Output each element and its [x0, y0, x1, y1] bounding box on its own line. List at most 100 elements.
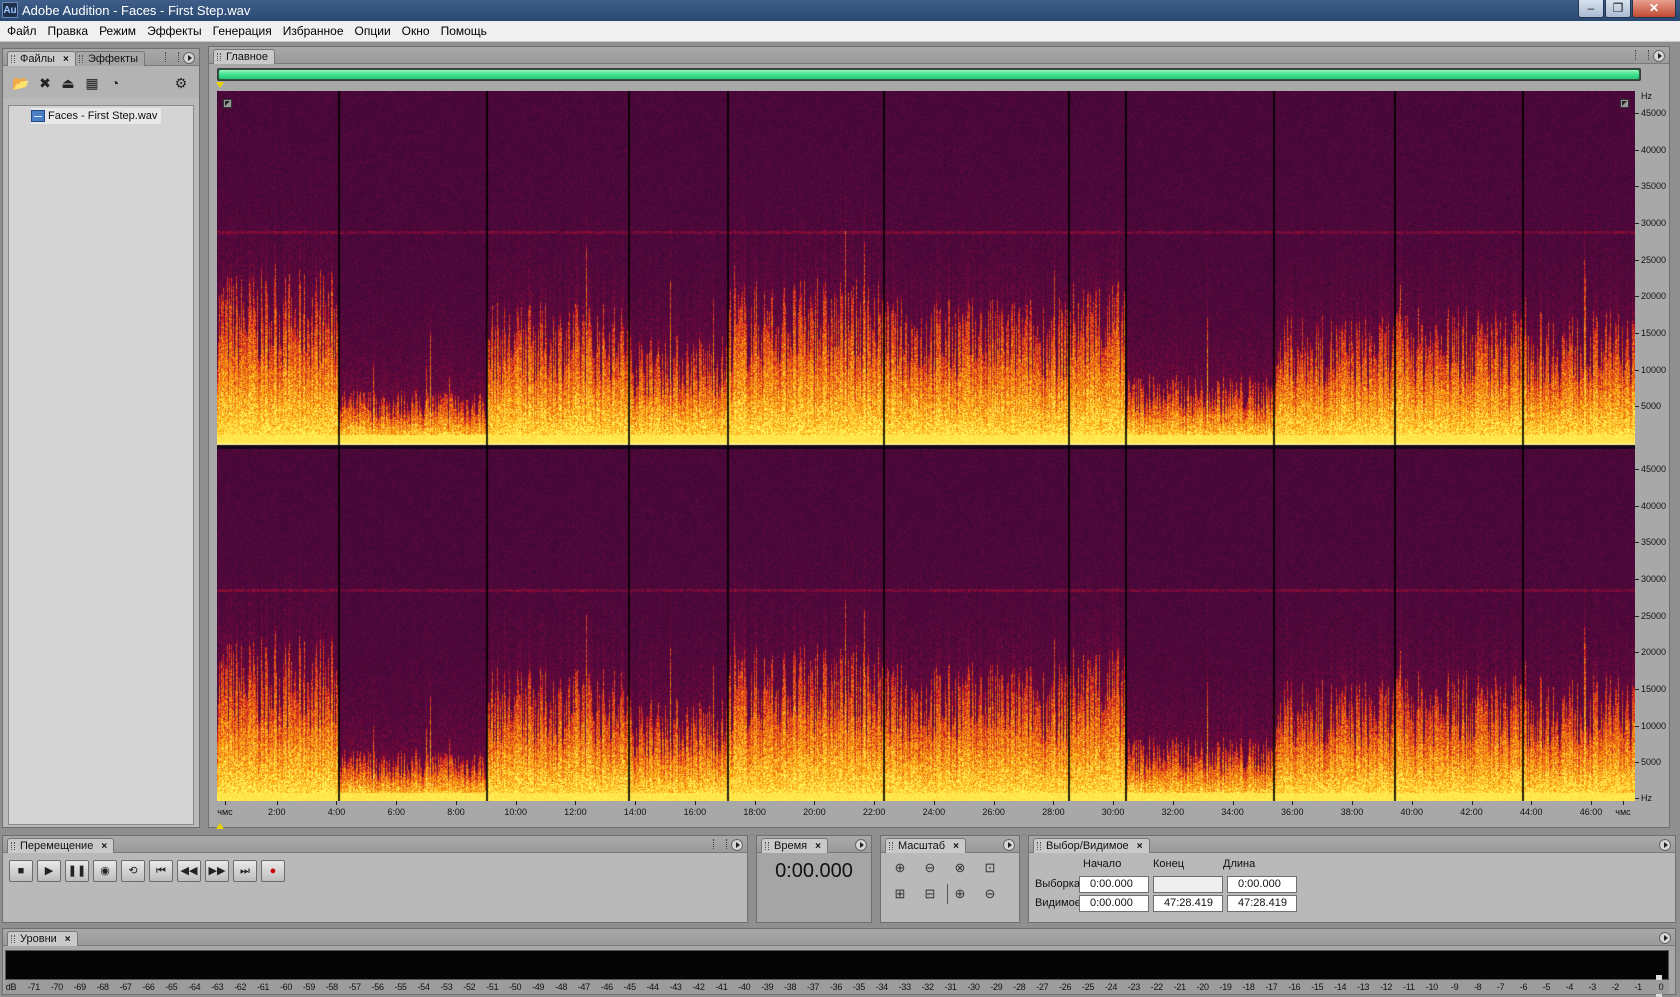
- tab-time-label: Время: [774, 840, 808, 852]
- db-tick-label: -59: [302, 982, 315, 992]
- menu-window[interactable]: Окно: [398, 21, 437, 41]
- menu-help[interactable]: Помощь: [437, 21, 494, 41]
- tab-main[interactable]: Главное: [213, 49, 276, 64]
- maximize-button[interactable]: ❐: [1605, 0, 1631, 18]
- db-tick-label: -30: [967, 982, 980, 992]
- db-tick-label: -26: [1059, 982, 1072, 992]
- panel-menu-icon[interactable]: [1659, 839, 1671, 851]
- loop-play-icon[interactable]: ⟲: [121, 860, 145, 882]
- overview-range[interactable]: [219, 70, 1639, 79]
- close-tab-icon[interactable]: ×: [953, 841, 959, 852]
- close-tab-icon[interactable]: ×: [1137, 841, 1143, 852]
- play-icon[interactable]: ▶: [37, 860, 61, 882]
- close-tab-icon[interactable]: ×: [65, 934, 71, 945]
- rewind-icon[interactable]: ◀◀: [177, 860, 201, 882]
- auto-play-icon[interactable]: ⚙: [171, 74, 191, 92]
- db-tick-label: -70: [50, 982, 63, 992]
- panel-menu-icon[interactable]: [1653, 50, 1665, 62]
- open-file-icon[interactable]: 📂: [11, 74, 31, 92]
- panel-grip-icon[interactable]: [165, 52, 179, 62]
- db-tick-label: -1: [1634, 982, 1642, 992]
- fade-out-handle-icon[interactable]: [1620, 99, 1629, 108]
- minimize-button[interactable]: ‒: [1578, 0, 1604, 18]
- tab-time[interactable]: Время ×: [761, 838, 828, 853]
- spectrogram-canvas[interactable]: [217, 91, 1635, 801]
- freq-tick: [1635, 689, 1639, 690]
- menu-favorites[interactable]: Избранное: [279, 21, 351, 41]
- tab-grip-icon: [217, 53, 221, 61]
- tab-effects[interactable]: Эффекты: [75, 51, 146, 66]
- tab-selection-view[interactable]: Выбор/Видимое ×: [1033, 838, 1150, 853]
- files-panel: Файлы × Эффекты 📂 ✖ ⏏ ▦ ◔ ⚙ Faces - First…: [2, 48, 200, 828]
- file-list[interactable]: Faces - First Step.wav: [8, 105, 194, 825]
- db-tick-label: -20: [1196, 982, 1209, 992]
- tab-main-label: Главное: [226, 51, 269, 63]
- list-item[interactable]: Faces - First Step.wav: [31, 108, 162, 124]
- spectral-display[interactable]: [217, 91, 1635, 801]
- fade-in-handle-icon[interactable]: [223, 99, 232, 108]
- pause-icon[interactable]: ❚❚: [65, 860, 89, 882]
- tab-levels[interactable]: Уровни ×: [7, 931, 78, 946]
- go-to-end-icon[interactable]: ⏭: [233, 860, 257, 882]
- zoom-out-vertical-icon[interactable]: ⊖: [979, 884, 1001, 904]
- zoom-right-edge-icon[interactable]: ⊟: [919, 884, 941, 904]
- zoom-in-horizontal-icon[interactable]: ⊕: [889, 858, 911, 878]
- zoom-out-horizontal-icon[interactable]: ⊖: [919, 858, 941, 878]
- tab-grip-icon: [889, 842, 893, 850]
- panel-grip-icon[interactable]: [713, 839, 727, 849]
- fast-forward-icon[interactable]: ▶▶: [205, 860, 229, 882]
- selection-end-field[interactable]: [1153, 876, 1223, 893]
- panel-menu-icon[interactable]: [183, 52, 195, 64]
- tab-zoom[interactable]: Масштаб ×: [885, 838, 966, 853]
- close-file-icon[interactable]: ✖: [35, 74, 55, 92]
- menu-file[interactable]: Файл: [3, 21, 44, 41]
- freq-tick-label: 35000: [1641, 537, 1667, 548]
- db-tick-label: -45: [623, 982, 636, 992]
- close-tab-icon[interactable]: ×: [101, 841, 107, 852]
- panel-menu-icon[interactable]: [1659, 932, 1671, 944]
- close-tab-icon[interactable]: ×: [63, 54, 69, 65]
- record-icon[interactable]: ●: [261, 860, 285, 882]
- menu-mode[interactable]: Режим: [95, 21, 143, 41]
- panel-menu-icon[interactable]: [731, 839, 743, 851]
- db-tick-label: -53: [440, 982, 453, 992]
- play-from-cursor-icon[interactable]: ◉: [93, 860, 117, 882]
- zoom-to-selection-icon[interactable]: ⊡: [979, 858, 1001, 878]
- db-tick-label: -55: [394, 982, 407, 992]
- playhead-bottom-marker-icon[interactable]: [216, 823, 224, 829]
- insert-multitrack-icon[interactable]: ▦: [82, 74, 102, 92]
- go-to-start-icon[interactable]: ⏮: [149, 860, 173, 882]
- menu-edit[interactable]: Правка: [44, 21, 96, 41]
- tab-transport[interactable]: Перемещение ×: [7, 838, 115, 853]
- import-icon[interactable]: ⏏: [58, 74, 78, 92]
- panel-grip-icon[interactable]: [1635, 50, 1649, 60]
- stop-icon[interactable]: ■: [9, 860, 33, 882]
- tab-files[interactable]: Файлы ×: [7, 51, 76, 66]
- view-length-field[interactable]: 47:28.419: [1227, 895, 1297, 912]
- edit-file-icon[interactable]: ◔: [105, 74, 125, 92]
- panel-menu-icon[interactable]: [1003, 839, 1015, 851]
- freq-tick: [1635, 406, 1639, 408]
- window-controls: ‒ ❐ ✕: [1578, 0, 1676, 18]
- menu-options[interactable]: Опции: [351, 21, 398, 41]
- time-panel: Время × 0:00.000: [756, 835, 872, 923]
- time-ruler[interactable]: чмс 2:00 4:00 6:00 8:00 10:00 12:00 14:00 16:00 1…: [217, 801, 1635, 823]
- db-tick-label: -66: [142, 982, 155, 992]
- time-tick: [635, 801, 637, 805]
- db-tick-label: -42: [692, 982, 705, 992]
- level-meter[interactable]: [5, 950, 1669, 997]
- zoom-left-edge-icon[interactable]: ⊞: [889, 884, 911, 904]
- menu-generate[interactable]: Генерация: [209, 21, 279, 41]
- zoom-out-full-icon[interactable]: ⊗: [949, 858, 971, 878]
- close-tab-icon[interactable]: ×: [815, 841, 821, 852]
- overview-bar[interactable]: [217, 68, 1641, 81]
- close-button[interactable]: ✕: [1632, 0, 1676, 18]
- panel-menu-icon[interactable]: [855, 839, 867, 851]
- selection-length-field[interactable]: 0:00.000: [1227, 876, 1297, 893]
- menu-effects[interactable]: Эффекты: [143, 21, 209, 41]
- zoom-in-vertical-icon[interactable]: ⊕: [949, 884, 971, 904]
- view-end-field[interactable]: 47:28.419: [1153, 895, 1223, 912]
- selection-start-field[interactable]: 0:00.000: [1079, 876, 1149, 893]
- view-start-field[interactable]: 0:00.000: [1079, 895, 1149, 912]
- playhead-marker-icon[interactable]: [216, 82, 224, 88]
